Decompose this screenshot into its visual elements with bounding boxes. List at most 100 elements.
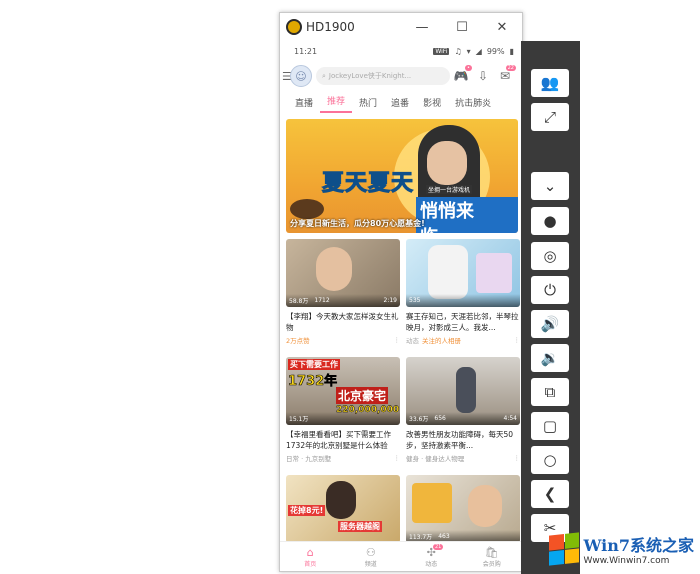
tree-shape [290, 199, 324, 219]
close-button[interactable]: ✕ [482, 13, 522, 41]
search-placeholder: JockeyLove侠于Knight... [328, 72, 412, 80]
nav-home[interactable]: ⌂ 首页 [280, 542, 341, 571]
channel-icon: ⚇ [365, 545, 376, 559]
promo-banner[interactable]: 坐拥一台游戏机 夏天夏天 悄悄来临…… 分享夏日新生活，瓜分80万心愿基金! [286, 119, 518, 233]
hide-icon[interactable]: ◎ [531, 242, 569, 270]
home-icon[interactable]: ○ [531, 446, 569, 474]
banner-title-2: 悄悄来临…… [416, 197, 518, 233]
download-icon[interactable]: ⇩ [472, 69, 494, 83]
more-icon[interactable]: ⋮ [514, 336, 521, 344]
mail-icon[interactable]: ✉ 22 [494, 65, 516, 83]
nav-label: 首页 [304, 560, 317, 568]
bell-icon: ♫ [454, 46, 462, 56]
banner-tag: 坐拥一台游戏机 [426, 185, 473, 194]
record-icon[interactable]: ● [531, 207, 569, 235]
danmaku-count: 1712 [314, 297, 330, 304]
power-icon[interactable]: ⏻ [531, 276, 569, 304]
back-icon[interactable]: ❮ [531, 480, 569, 508]
desktop: HD1900 — ☐ ✕ 11:21 WiFi ♫ ▾ ◢ 99% ▮ ☰ ☺ … [0, 0, 700, 574]
overlay-text: 买下需要工作 [288, 359, 340, 370]
video-title[interactable]: 改善男性朋友功能障碍，每天50步，坚持激素平衡... [406, 429, 520, 451]
tab-covid[interactable]: 抗击肺炎 [448, 96, 498, 113]
window-titlebar[interactable]: HD1900 — ☐ ✕ [280, 13, 522, 41]
nav-label: 会员购 [482, 560, 501, 568]
video-thumbnail[interactable]: 33.6万 656 4:54 [406, 357, 520, 425]
fullscreen-icon[interactable]: ⤢ [531, 103, 569, 131]
nav-shop[interactable]: 🛍 会员购 [462, 542, 523, 571]
collapse-icon[interactable]: ⌄ [531, 172, 569, 200]
banner-title: 夏天夏天 [321, 171, 415, 197]
game-dot: • [465, 65, 472, 71]
video-meta: 日常 · 九京别墅 [286, 455, 332, 463]
nav-feed[interactable]: ✣ 21 动态 [401, 542, 462, 571]
video-meta: 关注的人相册 [422, 337, 461, 345]
volume-down-icon[interactable]: 🔉 [531, 344, 569, 372]
battery-icon: ▮ [509, 46, 514, 56]
wifi-badge: WiFi [433, 47, 450, 55]
more-icon[interactable]: ⋮ [514, 454, 521, 462]
nav-label: 频道 [364, 560, 377, 568]
bottom-nav: ⌂ 首页 ⚇ 频道 ✣ 21 动态 🛍 会员购 [280, 541, 522, 571]
like-count: 535 [409, 297, 421, 304]
group-icon[interactable]: 👥 [531, 69, 569, 97]
windows-logo-icon [549, 532, 580, 566]
video-card[interactable]: 33.6万 656 4:54 改善男性朋友功能障碍，每天50步，坚持激素平衡..… [406, 357, 520, 469]
tab-anime[interactable]: 追番 [384, 96, 416, 113]
video-stats: 15.1万 [286, 412, 400, 425]
more-icon[interactable]: ⋮ [394, 336, 401, 344]
maximize-button[interactable]: ☐ [442, 13, 482, 41]
video-card[interactable]: 买下需要工作 1732年 北京豪宅 220,000,000 15.1万 【幸福里… [286, 357, 400, 469]
video-title[interactable]: 赛王存知己，天涯若比邻，半琴拉映月，对影成三人。我发... [406, 311, 520, 333]
game-icon[interactable]: 🎮 • [450, 65, 472, 83]
tab-hot[interactable]: 热门 [352, 96, 384, 113]
video-thumbnail[interactable]: 535 [406, 239, 520, 307]
play-count: 58.8万 [289, 298, 309, 305]
menu-icon[interactable]: ☰ [282, 70, 292, 83]
tab-live[interactable]: 直播 [288, 96, 320, 113]
overview-icon[interactable]: ▢ [531, 412, 569, 440]
clock: 11:21 [294, 46, 318, 56]
app-header: ☰ ☺ ⌕ JockeyLove侠于Knight... 🎮 • ⇩ ✉ 22 [280, 61, 522, 91]
banner-caption: 分享夏日新生活，瓜分80万心愿基金! [290, 219, 425, 228]
face-shape [427, 141, 467, 185]
video-title[interactable]: 【幸福里看看吧】买下需要工作1732年的北京别墅是什么体验 [286, 429, 400, 451]
tab-movies[interactable]: 影视 [416, 96, 448, 113]
overlay-text: 1732年 [288, 374, 338, 390]
video-meta: 2万点赞 [286, 337, 310, 345]
video-thumbnail[interactable]: 113.7万 463 [406, 475, 520, 543]
video-stats: 33.6万 656 4:54 [406, 412, 520, 425]
search-icon: ⌕ [322, 71, 326, 80]
rotate-icon[interactable]: ⧉ [531, 378, 569, 406]
feed-badge: 21 [433, 544, 444, 550]
overlay-text: 花掉8元! [288, 505, 326, 516]
more-icon[interactable]: ⋮ [394, 454, 401, 462]
overlay-text: 服务器越阁 [338, 521, 382, 532]
video-card[interactable]: 535 赛王存知己，天涯若比邻，半琴拉映月，对影成三人。我发... 动态 关注的人… [406, 239, 520, 351]
search-input[interactable]: ⌕ JockeyLove侠于Knight... [316, 67, 450, 85]
video-grid: 58.8万 1712 2:19 【李翔】今天教大家怎样泼女生礼物 2万点赞 ⋮ 5… [280, 233, 522, 571]
video-stats: 58.8万 1712 2:19 [286, 294, 400, 307]
cell-icon: ◢ [475, 46, 482, 56]
watermark-title: Win7系统之家 [583, 536, 694, 555]
play-count: 113.7万 [409, 534, 433, 541]
video-duration: 4:54 [503, 415, 517, 422]
avatar[interactable]: ☺ [290, 65, 312, 87]
overlay-text: 北京豪宅 [336, 387, 389, 404]
play-count: 33.6万 [409, 416, 429, 423]
video-duration: 2:19 [383, 297, 397, 304]
tab-recommend[interactable]: 推荐 [320, 94, 353, 113]
video-thumbnail[interactable]: 买下需要工作 1732年 北京豪宅 220,000,000 15.1万 [286, 357, 400, 425]
tab-bar: 直播 推荐 热门 追番 影视 抗击肺炎 [280, 91, 522, 113]
video-card[interactable]: 58.8万 1712 2:19 【李翔】今天教大家怎样泼女生礼物 2万点赞 ⋮ [286, 239, 400, 351]
minimize-button[interactable]: — [402, 13, 442, 41]
nav-channel[interactable]: ⚇ 频道 [341, 542, 402, 571]
video-thumbnail[interactable]: 花掉8元! 服务器越阁 [286, 475, 400, 543]
app-logo-icon [286, 19, 302, 35]
signal-icon: ▾ [466, 46, 471, 56]
video-meta: 健身 · 健身达人物理 [406, 455, 465, 463]
volume-up-icon[interactable]: 🔊 [531, 310, 569, 338]
video-thumbnail[interactable]: 58.8万 1712 2:19 [286, 239, 400, 307]
video-title[interactable]: 【李翔】今天教大家怎样泼女生礼物 [286, 311, 400, 333]
mail-badge: 22 [505, 65, 516, 71]
emulator-window: HD1900 — ☐ ✕ 11:21 WiFi ♫ ▾ ◢ 99% ▮ ☰ ☺ … [279, 12, 523, 572]
